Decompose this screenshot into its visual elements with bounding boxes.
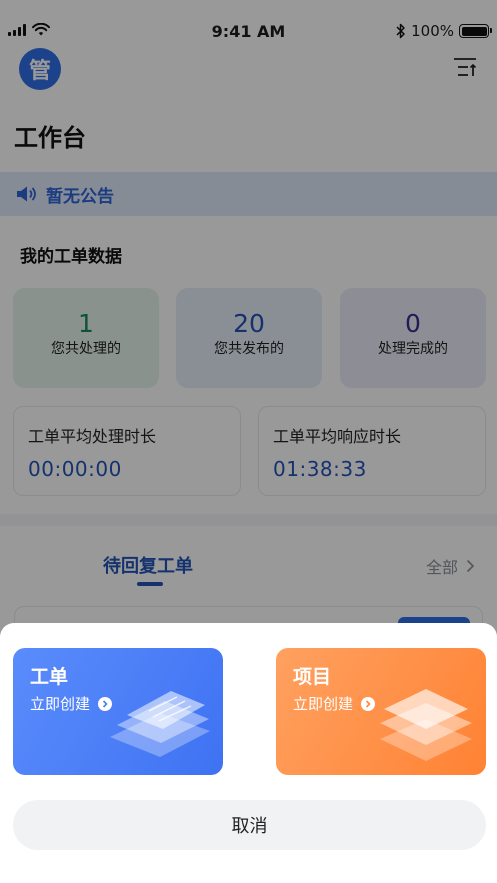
card-subtitle: 立即创建 [30,693,113,714]
card-subtitle-text: 立即创建 [30,695,91,713]
card-subtitle: 立即创建 [293,693,376,714]
create-project-card[interactable]: 项目 立即创建 [276,648,486,775]
document-stack-icon [110,691,210,757]
cancel-button[interactable]: 取消 [13,800,486,850]
create-bottom-sheet: 工单 立即创建 项目 立即创建 取消 [0,623,497,883]
card-title: 项目 [293,666,332,688]
layers-icon [380,689,472,761]
card-title: 工单 [30,666,69,688]
create-ticket-card[interactable]: 工单 立即创建 [13,648,223,775]
card-subtitle-text: 立即创建 [293,695,354,713]
